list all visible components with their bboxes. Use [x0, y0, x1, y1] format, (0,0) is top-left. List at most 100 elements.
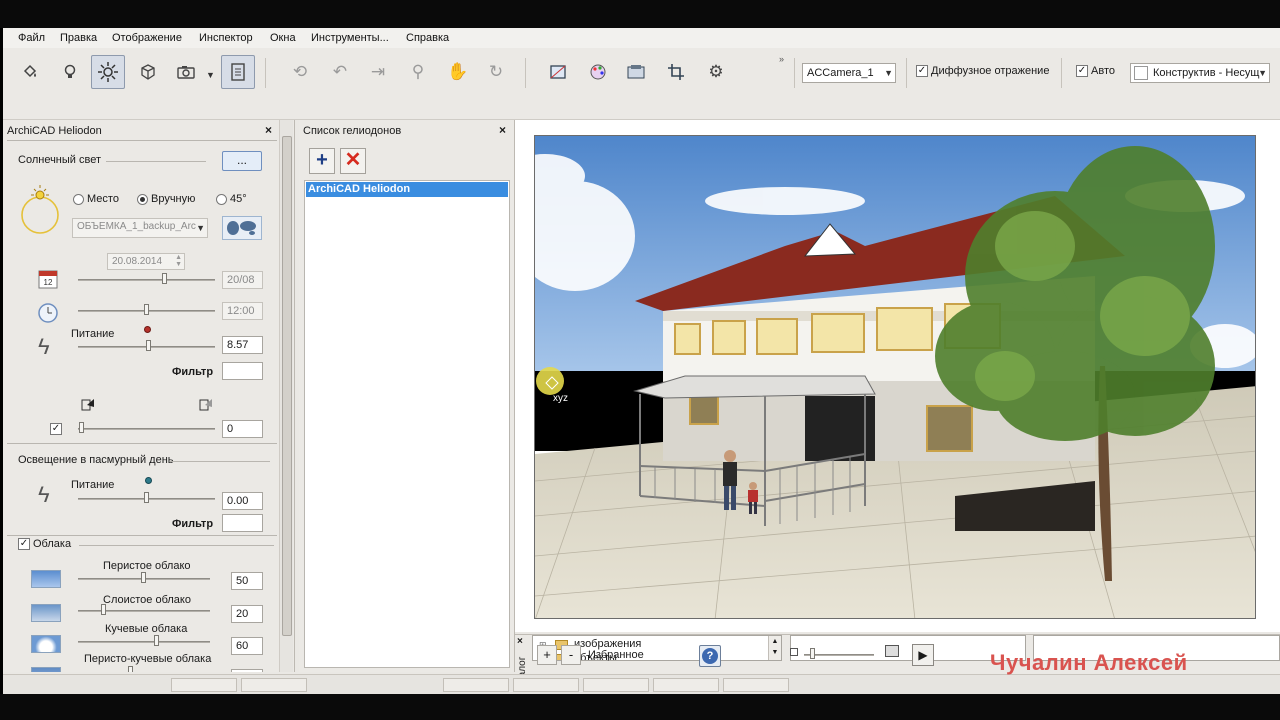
diffuse-label: Диффузное отражение	[931, 65, 1050, 77]
menu-view[interactable]: Отображение	[112, 32, 182, 44]
close-icon[interactable]: ×	[499, 123, 506, 137]
overcast-power-value: 0.00	[227, 495, 249, 507]
menu-file[interactable]: Файл	[18, 32, 45, 44]
cloud-slider-track-1	[78, 610, 210, 612]
time-value: 12:00	[227, 305, 255, 317]
pan-arrow-icon[interactable]: ⇥	[361, 55, 395, 89]
shadow-field[interactable]: 0	[222, 420, 263, 438]
catalog-add-button[interactable]: +	[537, 645, 557, 665]
sunlight-more-button[interactable]: ...	[222, 151, 262, 171]
overcast-power-label: Питание	[71, 479, 115, 491]
cloud-field-3[interactable]: 40	[231, 669, 263, 672]
camera-icon[interactable]	[169, 55, 203, 89]
overcast-filter-swatch[interactable]	[222, 514, 263, 532]
close-icon[interactable]: ×	[517, 636, 523, 647]
document-settings-icon[interactable]	[221, 55, 255, 89]
toolbar: ▼ ⟲ ↶ ⇥ ⚲ ✋ ↻ ⚙ » ACCamera_1 ▼ ✓ Диффузн…	[3, 48, 1280, 120]
undo-view-icon[interactable]: ↶	[323, 55, 357, 89]
camera-dropdown-arrow-icon[interactable]: ▼	[206, 70, 215, 80]
radio-manual[interactable]	[137, 194, 148, 205]
sun-icon[interactable]	[91, 55, 125, 89]
cube-icon[interactable]	[131, 55, 165, 89]
menu-windows[interactable]: Окна	[270, 32, 296, 44]
thumbnail-size-slider-thumb[interactable]	[810, 648, 815, 659]
clouds-checkbox[interactable]: ✓	[18, 538, 30, 550]
cloud-field-1[interactable]: 20	[231, 605, 263, 623]
play-button[interactable]: ▶	[912, 644, 934, 666]
divider	[170, 461, 270, 462]
sun-filter-swatch[interactable]	[222, 362, 263, 380]
layer-select[interactable]: Конструктив - Несущ ▼	[1130, 63, 1270, 83]
render-viewport[interactable]: xyz	[534, 135, 1256, 619]
sun-power-value: 8.57	[227, 339, 249, 351]
date-slider-thumb[interactable]	[162, 273, 167, 284]
overcast-power-field[interactable]: 0.00	[222, 492, 263, 510]
gear-icon[interactable]: ⚙	[699, 55, 733, 89]
date-field[interactable]: 20.08.2014 ▲ ▼	[107, 253, 185, 270]
close-icon[interactable]: ×	[265, 123, 272, 137]
date-slider-track	[78, 279, 215, 281]
small-thumbnail-icon	[790, 648, 798, 656]
catalog-remove-button[interactable]: -	[561, 645, 581, 665]
crop-frame-icon[interactable]	[541, 55, 575, 89]
crop-icon[interactable]	[659, 55, 693, 89]
status-segment	[723, 678, 789, 692]
large-thumbnail-icon	[885, 645, 899, 657]
stratus-cloud-icon	[31, 604, 61, 622]
add-heliodon-button[interactable]: +	[309, 148, 335, 174]
date-short-field[interactable]: 20/08	[222, 271, 263, 289]
shadow-slider-track	[78, 428, 215, 430]
color-palette-icon[interactable]	[581, 55, 615, 89]
cloud-field-0[interactable]: 50	[231, 572, 263, 590]
power-indicator-icon	[144, 326, 151, 333]
panel-title: ArchiCAD Heliodon	[7, 125, 102, 137]
menu-help[interactable]: Справка	[406, 32, 449, 44]
zoom-icon[interactable]: ⚲	[401, 55, 435, 89]
lightning-icon: ϟ	[38, 482, 50, 507]
camera-select[interactable]: ACCamera_1 ▼	[802, 63, 896, 83]
cloud-slider-thumb-1[interactable]	[101, 604, 107, 615]
light-bulb-icon[interactable]	[53, 55, 87, 89]
date-short-value: 20/08	[227, 274, 255, 286]
axis-label: xyz	[553, 393, 568, 404]
overcast-power-slider-thumb[interactable]	[143, 492, 149, 503]
shadow-light-icon	[197, 396, 215, 414]
orbit-icon[interactable]: ⟲	[283, 55, 317, 89]
cloud-slider-thumb-3[interactable]	[127, 666, 133, 672]
sun-power-slider-thumb[interactable]	[146, 340, 152, 351]
shadow-dark-icon	[79, 396, 97, 414]
rotate-view-icon[interactable]: ↻	[479, 55, 513, 89]
menu-tools[interactable]: Инструменты...	[311, 32, 389, 44]
cloud-slider-thumb-0[interactable]	[141, 572, 146, 583]
tree-scrollbar[interactable]: ▲ ▼	[768, 636, 781, 660]
world-map-icon[interactable]	[222, 216, 262, 240]
panel-scrollbar[interactable]	[279, 120, 293, 672]
overcast-indicator-icon	[145, 477, 152, 484]
render-image-icon[interactable]	[619, 55, 653, 89]
toolbar-more-icon[interactable]: »	[779, 54, 784, 64]
delete-heliodon-button[interactable]: ✕	[340, 148, 366, 174]
shadow-slider-thumb[interactable]	[79, 422, 84, 433]
scrollbar-thumb[interactable]	[282, 136, 292, 636]
radio-45[interactable]	[216, 194, 227, 205]
camera-select-value: ACCamera_1	[807, 67, 874, 79]
diffuse-checkbox[interactable]: ✓	[916, 65, 928, 77]
menu-edit[interactable]: Правка	[60, 32, 97, 44]
hand-icon[interactable]: ✋	[441, 55, 475, 89]
cloud-slider-thumb-2[interactable]	[154, 635, 160, 646]
menu-inspector[interactable]: Инспектор	[199, 32, 253, 44]
list-item[interactable]: ArchiCAD Heliodon	[306, 182, 508, 197]
svg-text:12: 12	[44, 278, 53, 287]
shadow-checkbox[interactable]: ✓	[50, 423, 62, 435]
time-slider-thumb[interactable]	[144, 304, 149, 315]
location-select[interactable]: ОБЪЕМКА_1_backup_Arc ▼	[72, 218, 208, 238]
sun-power-field[interactable]: 8.57	[222, 336, 263, 354]
sunlight-label: Солнечный свет	[18, 154, 101, 166]
panel-title: Список гелиодонов	[303, 125, 402, 137]
time-field[interactable]: 12:00	[222, 302, 263, 320]
paint-bucket-icon[interactable]	[13, 55, 47, 89]
radio-place[interactable]	[73, 194, 84, 205]
cloud-field-2[interactable]: 60	[231, 637, 263, 655]
help-button[interactable]: ?	[699, 645, 721, 667]
auto-checkbox[interactable]: ✓	[1076, 65, 1088, 77]
